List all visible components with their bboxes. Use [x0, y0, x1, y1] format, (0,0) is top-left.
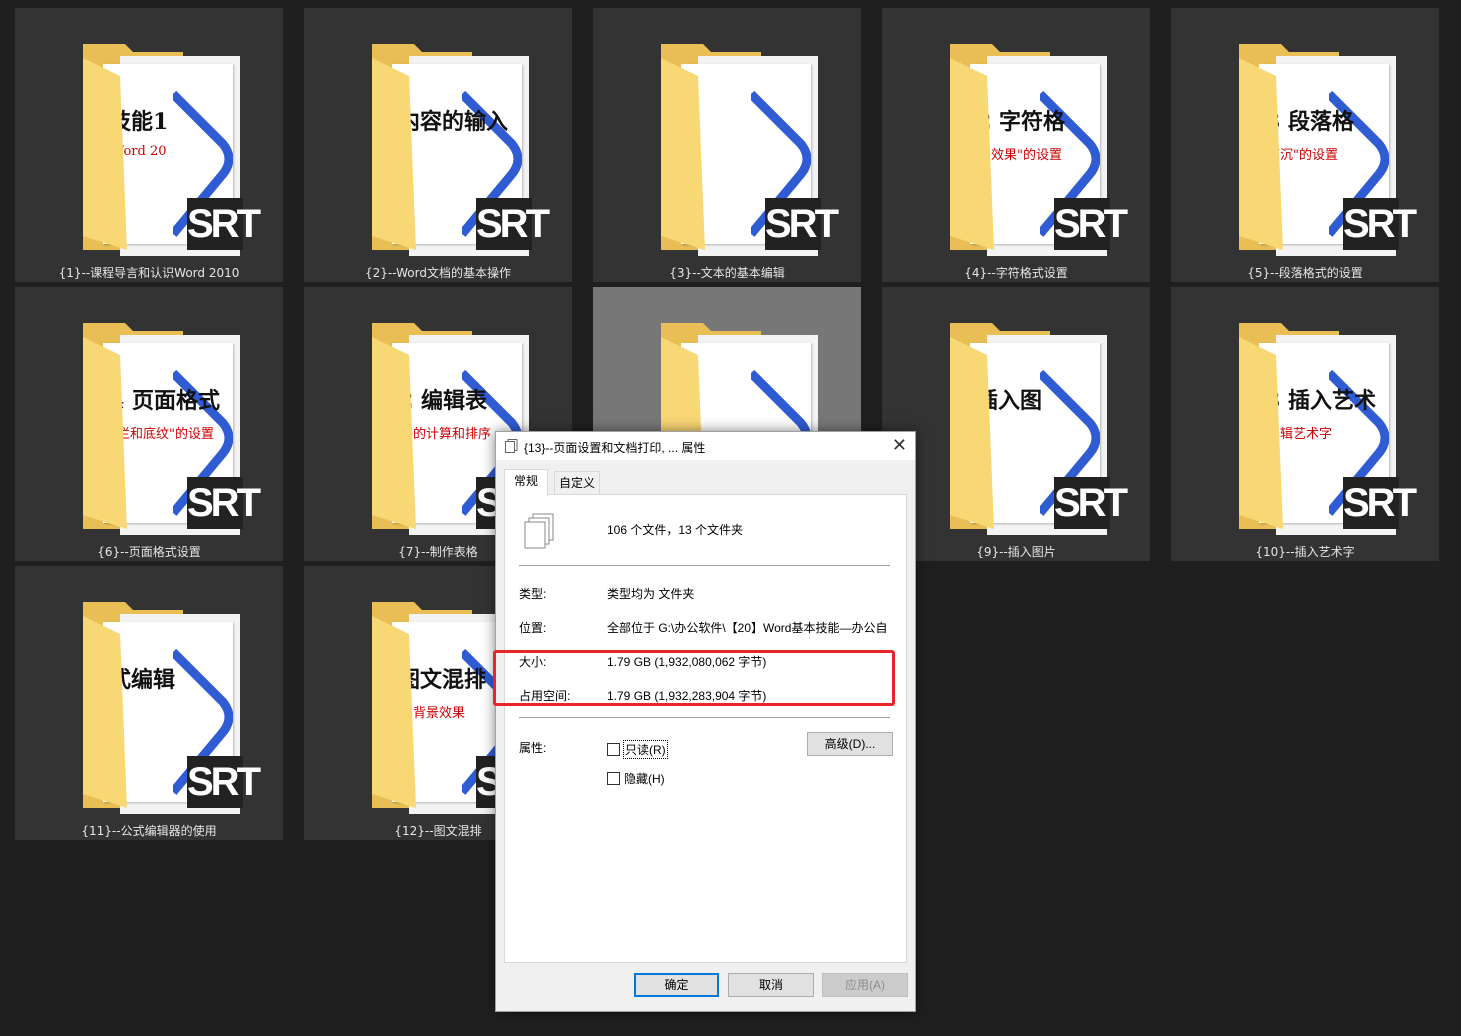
folder-item[interactable]: 技能1 Word 20 SRT {1}--课程导言和认识Word 2010	[15, 8, 283, 282]
folder-name: {3}--文本的基本编辑	[669, 266, 785, 280]
folder-name: {6}--页面格式设置	[97, 545, 201, 559]
folder-name: {9}--插入图片	[976, 545, 1056, 559]
folder-name: {10}--插入艺术字	[1255, 545, 1355, 559]
size-highlight-box	[493, 650, 895, 706]
folder-name: {1}--课程导言和认识Word 2010	[58, 266, 240, 280]
dialog-title: {13}--页面设置和文档打印, ... 属性	[524, 441, 706, 455]
folder-front-icon	[950, 337, 994, 529]
apply-button[interactable]: 应用(A)	[822, 973, 908, 997]
close-icon[interactable]: ✕	[892, 435, 907, 456]
location-value: 全部位于 G:\办公软件\【20】Word基本技能—办公自	[607, 621, 888, 635]
folder-item[interactable]: 2 字符格 字效果"的设置 SRT {4}--字符格式设置	[882, 8, 1150, 282]
folder-thumbnail: 2 字符格 字效果"的设置 SRT	[932, 36, 1128, 256]
folder-item[interactable]: 插入图 SRT {9}--插入图片	[882, 287, 1150, 561]
folder-name: {11}--公式编辑器的使用	[81, 824, 217, 838]
folder-front-icon	[83, 58, 127, 250]
tab-custom[interactable]: 自定义	[554, 471, 600, 496]
folder-front-icon	[661, 58, 705, 250]
folder-name: {4}--字符格式设置	[964, 266, 1068, 280]
advanced-button[interactable]: 高级(D)...	[807, 732, 893, 756]
readonly-checkbox[interactable]	[607, 743, 620, 756]
attributes-label: 属性:	[519, 741, 547, 755]
folder-thumbnail: 4 页面格式 "栏和底纹"的设置 SRT	[65, 315, 261, 535]
selection-summary: 106 个文件，13 个文件夹	[607, 523, 744, 537]
folder-thumbnail: SRT	[643, 36, 839, 256]
readonly-label[interactable]: 只读(R)	[623, 740, 668, 759]
readonly-checkbox-row[interactable]: 只读(R)	[607, 740, 668, 759]
multiple-files-icon	[524, 513, 554, 549]
folder-item[interactable]: 式编辑 SRT {11}--公式编辑器的使用	[15, 566, 283, 840]
folder-front-icon	[1239, 337, 1283, 529]
ok-button[interactable]: 确定	[634, 973, 719, 997]
divider	[519, 717, 890, 718]
folder-front-icon	[83, 337, 127, 529]
files-icon	[505, 439, 518, 453]
folder-thumbnail: 3 段落格 下沉"的设置 SRT	[1221, 36, 1417, 256]
divider	[519, 565, 890, 566]
folder-thumbnail: 插入图 SRT	[932, 315, 1128, 535]
folder-item[interactable]: SRT {3}--文本的基本编辑	[593, 8, 861, 282]
dialog-titlebar[interactable]: {13}--页面设置和文档打印, ... 属性 ✕	[496, 432, 915, 460]
hidden-checkbox-row[interactable]: 隐藏(H)	[607, 770, 666, 787]
cancel-button[interactable]: 取消	[728, 973, 814, 997]
properties-dialog: {13}--页面设置和文档打印, ... 属性 ✕ 常规 自定义 106 个文件…	[493, 431, 916, 1012]
folder-item[interactable]: 4 页面格式 "栏和底纹"的设置 SRT {6}--页面格式设置	[15, 287, 283, 561]
folder-thumbnail: 式编辑 SRT	[65, 594, 261, 814]
folder-item[interactable]: 3 段落格 下沉"的设置 SRT {5}--段落格式的设置	[1171, 8, 1439, 282]
folder-front-icon	[83, 616, 127, 808]
folder-thumbnail: 技能1 Word 20 SRT	[65, 36, 261, 256]
folder-front-icon	[372, 58, 416, 250]
folder-name: {5}--段落格式的设置	[1247, 266, 1363, 280]
folder-item[interactable]: 内容的输入 SRT {2}--Word文档的基本操作	[304, 8, 572, 282]
tab-general[interactable]: 常规	[504, 469, 548, 496]
folder-thumbnail: 内容的输入 SRT	[354, 36, 550, 256]
hidden-checkbox[interactable]	[607, 772, 620, 785]
location-label: 位置:	[519, 621, 547, 635]
general-panel: 106 个文件，13 个文件夹 类型: 类型均为 文件夹 位置: 全部位于 G:…	[504, 494, 907, 963]
folder-name: {2}--Word文档的基本操作	[365, 266, 511, 280]
folder-item[interactable]: 3 插入艺术 编辑艺术字 SRT {10}--插入艺术字	[1171, 287, 1439, 561]
folder-front-icon	[950, 58, 994, 250]
folder-front-icon	[1239, 58, 1283, 250]
type-value: 类型均为 文件夹	[607, 587, 695, 601]
folder-thumbnail: 3 插入艺术 编辑艺术字 SRT	[1221, 315, 1417, 535]
hidden-label[interactable]: 隐藏(H)	[623, 770, 666, 787]
type-label: 类型:	[519, 587, 547, 601]
